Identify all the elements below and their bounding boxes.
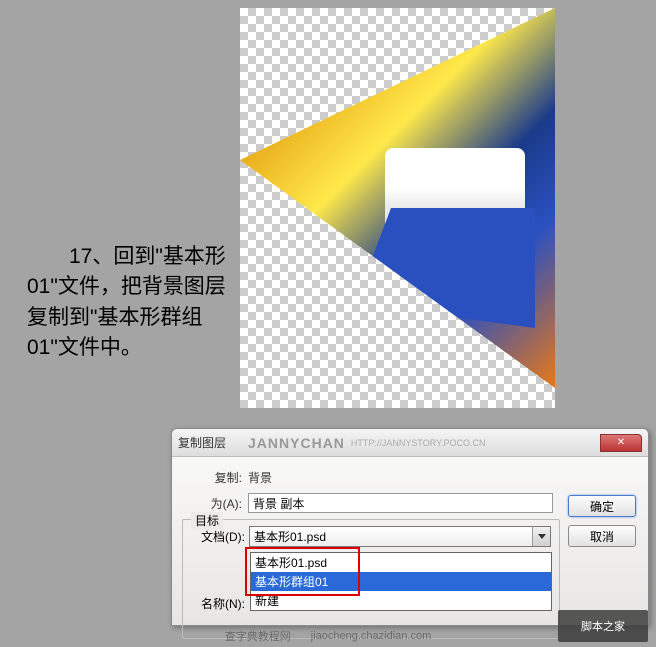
- footer-url: jiaocheng.chazidian.com: [311, 630, 431, 642]
- dialog-titlebar[interactable]: 复制图层 JANNYCHAN HTTP://JANNYSTORY.POCO.CN…: [172, 429, 648, 457]
- as-label: 为(A):: [182, 495, 242, 512]
- footer-site: 查字典教程网: [225, 628, 291, 644]
- chevron-down-icon: [532, 527, 550, 546]
- document-select[interactable]: 基本形01.psd: [249, 526, 551, 547]
- watermark-url: HTTP://JANNYSTORY.POCO.CN: [351, 438, 486, 448]
- ok-button[interactable]: 确定: [568, 495, 636, 517]
- footer-brand-badge: 脚本之家: [558, 610, 648, 642]
- cancel-button-label: 取消: [590, 528, 614, 545]
- target-fieldset: 目标 文档(D): 基本形01.psd 基本形01.psd 基本形群组01 新建…: [182, 519, 560, 639]
- dropdown-item[interactable]: 基本形01.psd: [251, 553, 551, 572]
- dialog-title: 复制图层: [178, 434, 226, 451]
- masked-image: [240, 8, 555, 388]
- cancel-button[interactable]: 取消: [568, 525, 636, 547]
- tutorial-step-text: 17、回到"基本形01"文件，把背景图层复制到"基本形群组01"文件中。: [27, 242, 227, 364]
- close-button[interactable]: ✕: [600, 434, 642, 452]
- footer-brand: 脚本之家: [581, 618, 625, 634]
- name-label: 名称(N):: [191, 595, 245, 612]
- duplicate-layer-dialog: 复制图层 JANNYCHAN HTTP://JANNYSTORY.POCO.CN…: [171, 428, 649, 626]
- dropdown-item[interactable]: 基本形群组01: [251, 572, 551, 591]
- copy-value: 背景: [248, 469, 272, 486]
- document-dropdown-list: 基本形01.psd 基本形群组01 新建: [250, 552, 552, 611]
- dropdown-item[interactable]: 新建: [251, 591, 551, 610]
- document-canvas: [240, 8, 555, 408]
- copy-label: 复制:: [182, 469, 242, 486]
- image-region: [355, 208, 535, 328]
- document-label: 文档(D):: [191, 528, 245, 545]
- document-select-value: 基本形01.psd: [254, 528, 326, 545]
- as-input[interactable]: [248, 493, 553, 513]
- watermark-text: JANNYCHAN: [248, 435, 345, 451]
- ok-button-label: 确定: [590, 498, 614, 515]
- close-icon: ✕: [617, 437, 625, 448]
